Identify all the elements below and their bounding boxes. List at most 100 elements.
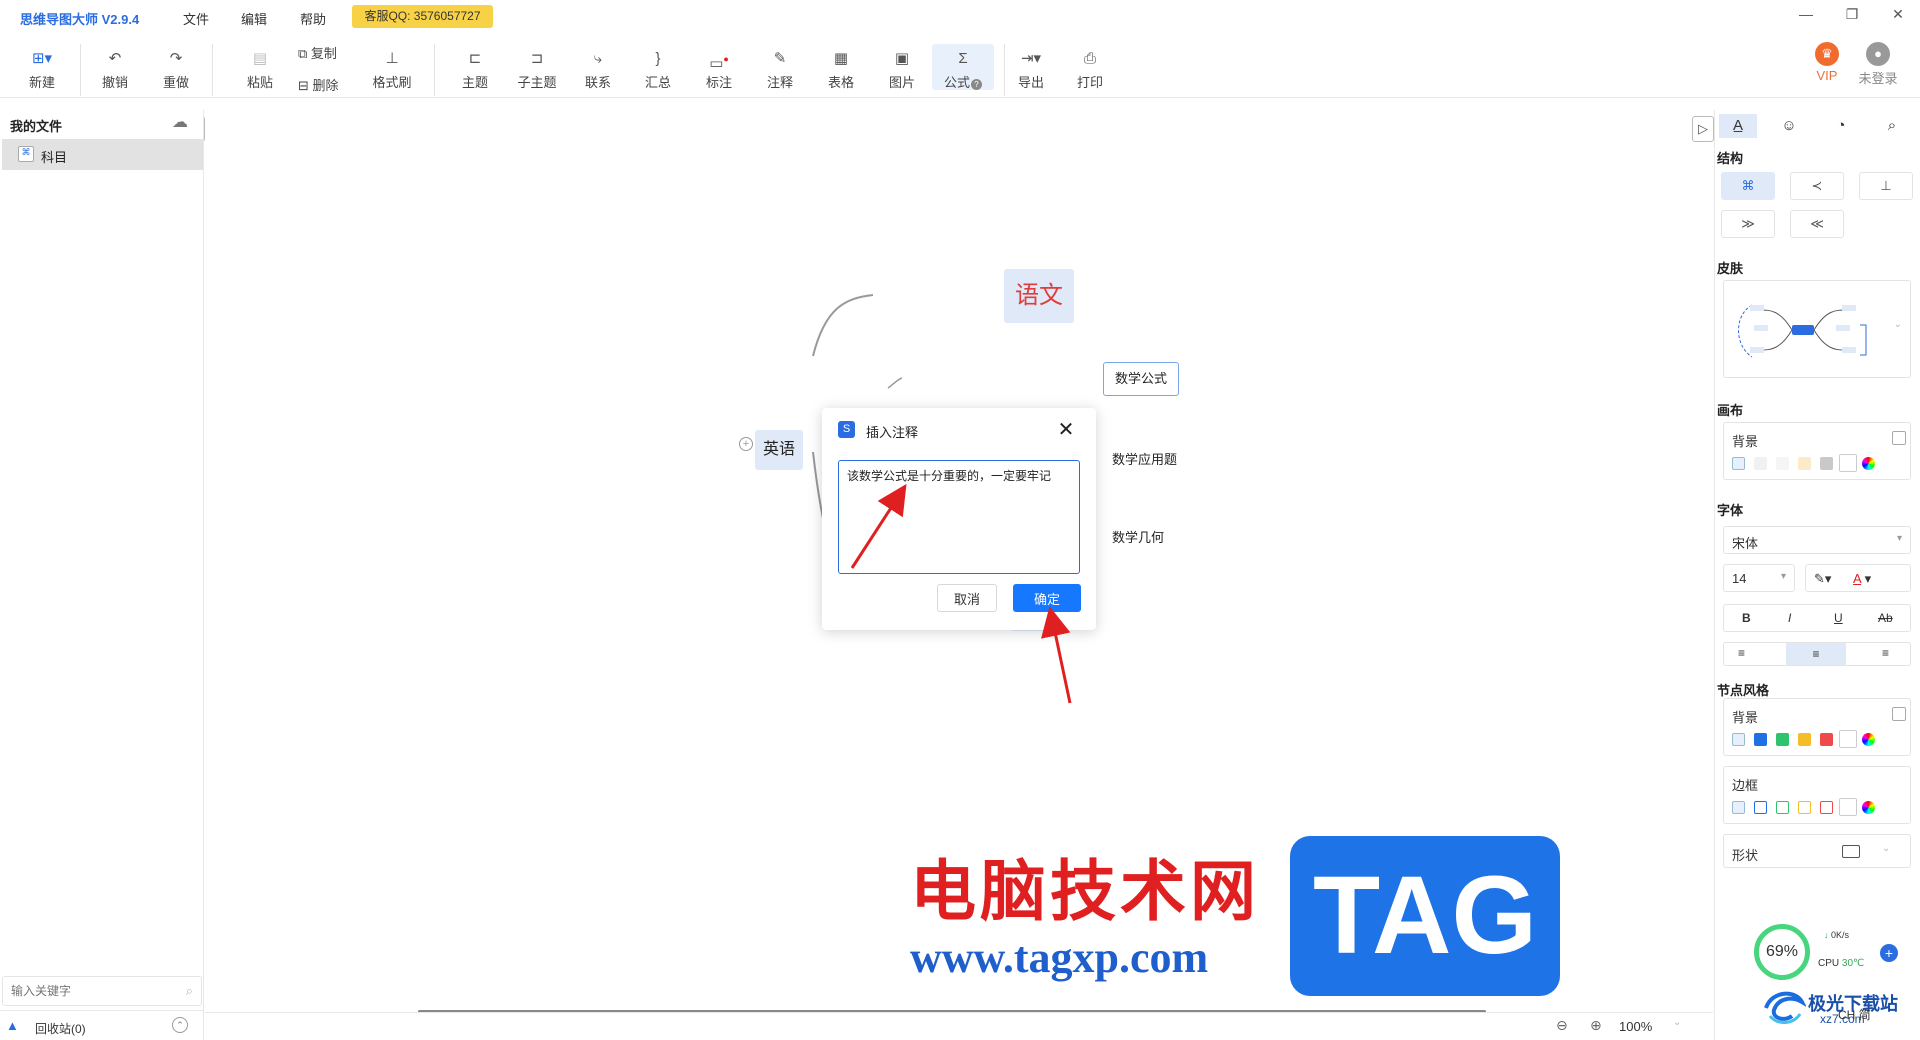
color-picker-icon[interactable] xyxy=(1862,801,1875,814)
color-swatch[interactable] xyxy=(1820,733,1833,746)
zoom-in-icon[interactable]: ⊕ xyxy=(1590,1017,1602,1034)
menu-help[interactable]: 帮助 xyxy=(300,9,326,28)
structure-mindmap-icon[interactable]: ⌘ xyxy=(1721,172,1775,200)
reset-color-icon[interactable] xyxy=(1732,733,1745,746)
color-swatch[interactable] xyxy=(1820,457,1833,470)
border-color-swatch[interactable] xyxy=(1820,801,1833,814)
chevron-down-icon[interactable]: ⌄ xyxy=(1882,843,1890,854)
menu-edit[interactable]: 编辑 xyxy=(241,9,267,28)
reset-color-icon[interactable] xyxy=(1732,801,1745,814)
note-button[interactable]: ✎ 注释 xyxy=(752,48,808,91)
recycle-bin[interactable]: ▲ 回收站(0) ⌃ xyxy=(0,1010,204,1040)
chevron-up-icon[interactable]: ⌃ xyxy=(172,1017,188,1033)
rect-shape-icon[interactable] xyxy=(1842,845,1860,858)
cloud-sync-icon[interactable]: ☁ xyxy=(172,112,188,132)
relation-button[interactable]: ⤷ 联系 xyxy=(570,48,626,91)
structure-right-icon[interactable]: ≺ xyxy=(1790,172,1844,200)
format-brush-button[interactable]: ⊥ 格式刷 xyxy=(364,48,420,91)
color-swatch[interactable] xyxy=(1754,457,1767,470)
color-swatch[interactable] xyxy=(1776,733,1789,746)
ime-indicator[interactable]: CH 简 xyxy=(1838,1006,1871,1023)
undo-button[interactable]: ↶ 撤销 xyxy=(87,48,143,91)
font-size-select[interactable]: 14 ▾ xyxy=(1723,564,1795,592)
skin-preview[interactable]: ⌄ xyxy=(1723,280,1911,378)
highlight-icon[interactable]: ✎▾ xyxy=(1814,571,1831,586)
table-button[interactable]: ▦ 表格 xyxy=(813,48,869,91)
color-swatch[interactable] xyxy=(1798,457,1811,470)
topic-button[interactable]: ⊏ 主题 xyxy=(447,48,503,91)
no-color-swatch[interactable] xyxy=(1839,798,1857,816)
structure-org-icon[interactable]: ⊥ xyxy=(1859,172,1913,200)
print-button[interactable]: ⎙ 打印 xyxy=(1062,48,1118,91)
search-icon[interactable]: ⌕ xyxy=(186,983,193,999)
font-family-select[interactable]: 宋体 ▾ xyxy=(1723,526,1911,554)
color-picker-icon[interactable] xyxy=(1862,733,1875,746)
structure-fish-left-icon[interactable]: ≪ xyxy=(1790,210,1844,238)
subtopic-button[interactable]: ⊐ 子主题 xyxy=(509,48,565,91)
summary-button[interactable]: } 汇总 xyxy=(630,48,686,91)
canvas-bg-checkbox[interactable] xyxy=(1892,431,1906,445)
login-button[interactable]: ● 未登录 xyxy=(1848,42,1908,87)
add-icon[interactable]: + xyxy=(1880,944,1898,962)
formula-button[interactable]: Σ 公式? xyxy=(932,44,994,90)
close-icon[interactable]: ✕ xyxy=(1055,417,1077,442)
subtopic-node[interactable]: 数学应用题 xyxy=(1112,449,1177,468)
branch-node[interactable]: 语文 xyxy=(1004,269,1074,323)
font-color-icon[interactable]: A xyxy=(1853,571,1861,586)
redo-button[interactable]: ↷ 重做 xyxy=(148,48,204,91)
no-color-swatch[interactable] xyxy=(1839,730,1857,748)
minimize-icon[interactable]: — xyxy=(1796,6,1816,24)
no-color-swatch[interactable] xyxy=(1839,454,1857,472)
zoom-level[interactable]: 100% xyxy=(1619,1019,1652,1034)
export-button[interactable]: ⇥▾ 导出 xyxy=(1003,48,1059,91)
italic-icon[interactable]: I xyxy=(1788,611,1791,625)
color-picker-icon[interactable] xyxy=(1862,457,1875,470)
border-color-swatch[interactable] xyxy=(1776,801,1789,814)
align-center-icon[interactable]: ≡ xyxy=(1786,643,1846,665)
search-tab-icon[interactable]: ⌕ xyxy=(1873,114,1911,138)
subtopic-node[interactable]: 数学几何 xyxy=(1112,527,1164,546)
structure-fish-right-icon[interactable]: ≫ xyxy=(1721,210,1775,238)
subtopic-node[interactable]: 数学公式 xyxy=(1103,362,1179,396)
vip-button[interactable]: ♛ VIP xyxy=(1799,42,1855,83)
paste-button[interactable]: ▤ 粘贴 xyxy=(232,48,288,91)
chevron-down-icon[interactable]: ⌄ xyxy=(1673,1017,1681,1028)
border-color-swatch[interactable] xyxy=(1798,801,1811,814)
note-textarea[interactable]: 该数学公式是十分重要的，一定要牢记 xyxy=(838,460,1080,574)
skin-heading: 皮肤 xyxy=(1717,261,1744,276)
color-swatch[interactable] xyxy=(1798,733,1811,746)
center-node[interactable]: 英语 xyxy=(755,430,803,470)
copy-button[interactable]: ⧉ 复制 xyxy=(298,43,337,62)
align-right-icon[interactable]: ≡ xyxy=(1882,646,1889,660)
style-tab-icon[interactable]: A̲ xyxy=(1719,114,1757,138)
color-swatch[interactable] xyxy=(1754,733,1767,746)
delete-button[interactable]: ⊟ 删除 xyxy=(298,75,339,94)
search-input[interactable] xyxy=(11,978,171,1004)
emoji-tab-icon[interactable]: ☺ xyxy=(1770,114,1808,138)
node-bg-checkbox[interactable] xyxy=(1892,707,1906,721)
expand-node-icon[interactable]: + xyxy=(739,437,753,451)
support-qq-badge[interactable]: 客服QQ: 3576057727 xyxy=(352,5,493,28)
strikethrough-icon[interactable]: Ab xyxy=(1878,611,1893,625)
cpu-monitor-widget[interactable]: 69% ↓ 0K/s CPU 30℃ + xyxy=(1754,924,1902,982)
zoom-out-icon[interactable]: ⊖ xyxy=(1556,1017,1568,1034)
dialog-title: 插入注释 xyxy=(866,425,919,440)
theme-tab-icon[interactable]: ◔ xyxy=(1822,114,1860,138)
border-color-swatch[interactable] xyxy=(1754,801,1767,814)
file-item[interactable]: ⌘ 科目 xyxy=(2,139,203,170)
close-icon[interactable]: ✕ xyxy=(1888,6,1908,24)
underline-icon[interactable]: U xyxy=(1834,611,1843,625)
collapse-right-panel-icon[interactable]: ▷ xyxy=(1692,116,1714,142)
chevron-down-icon[interactable]: ⌄ xyxy=(1894,319,1902,330)
bold-icon[interactable]: B xyxy=(1742,611,1751,625)
new-button[interactable]: ⊞▾ 新建 xyxy=(14,48,70,91)
confirm-button[interactable]: 确定 xyxy=(1013,584,1081,612)
image-button[interactable]: ▣ 图片 xyxy=(874,48,930,91)
align-left-icon[interactable]: ≡ xyxy=(1738,646,1745,660)
menu-file[interactable]: 文件 xyxy=(183,9,209,28)
cancel-button[interactable]: 取消 xyxy=(937,584,997,612)
mark-button[interactable]: ▭● 标注 xyxy=(691,48,747,91)
reset-color-icon[interactable] xyxy=(1732,457,1745,470)
restore-icon[interactable]: ❐ xyxy=(1842,6,1862,24)
color-swatch[interactable] xyxy=(1776,457,1789,470)
